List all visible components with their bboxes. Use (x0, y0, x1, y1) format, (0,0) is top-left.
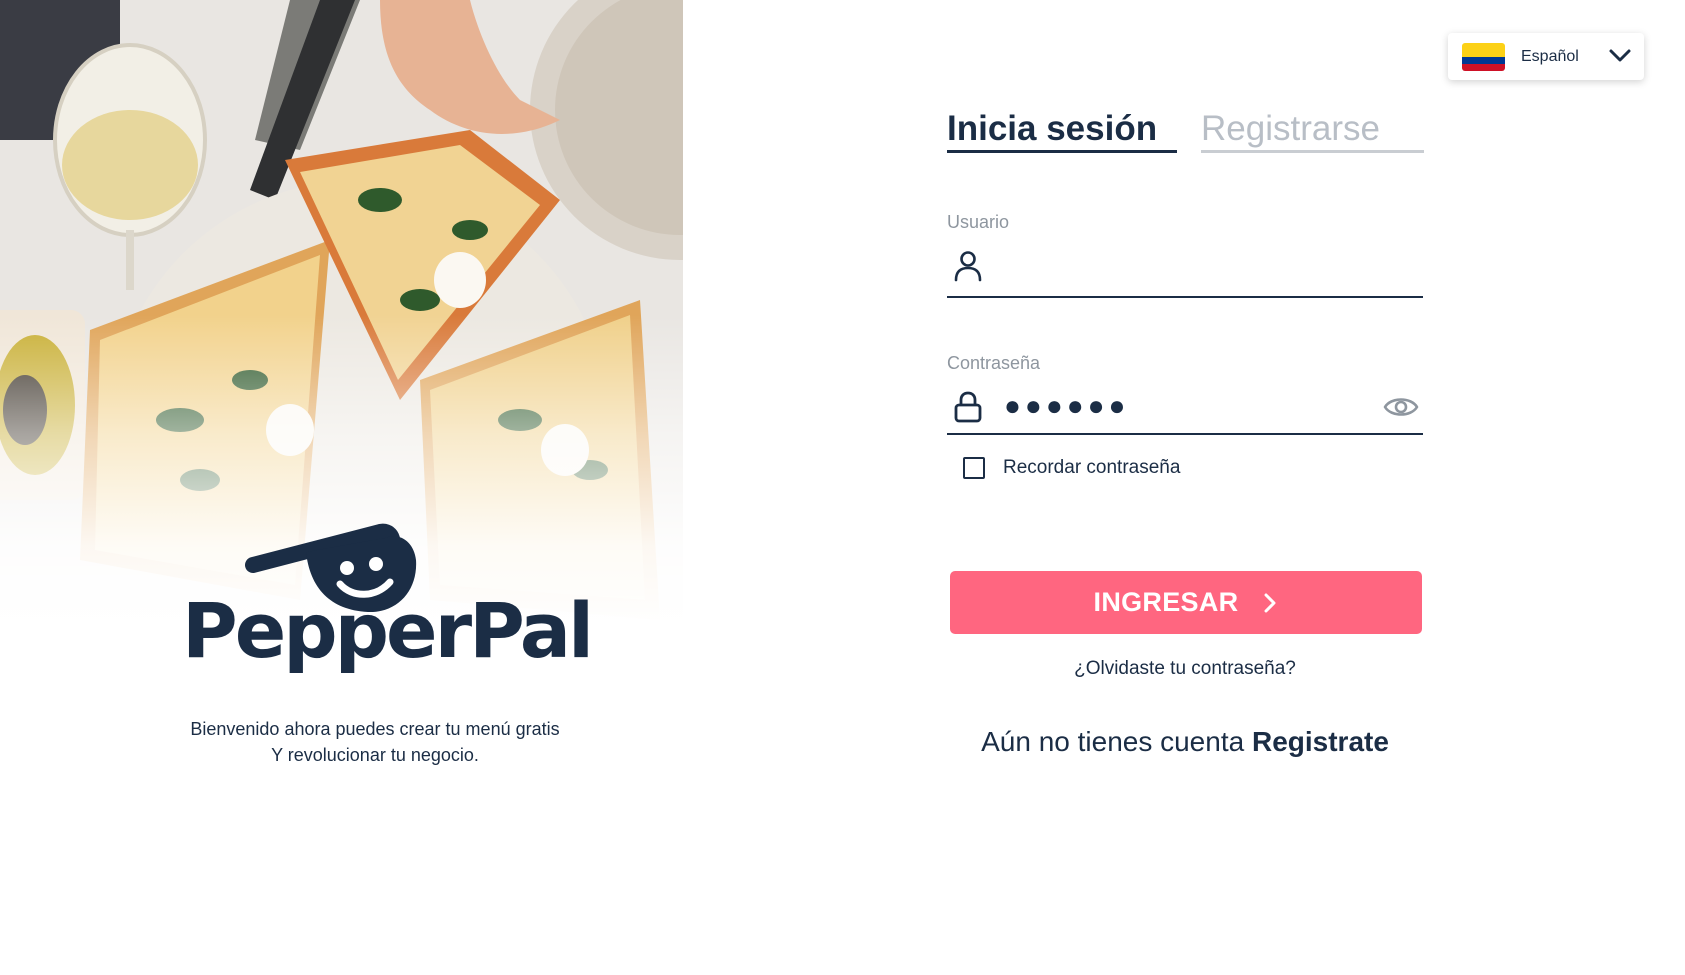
signup-prompt: Aún no tienes cuenta Registrate (947, 726, 1423, 758)
colombia-flag-icon (1462, 43, 1505, 71)
chevron-right-icon (1264, 593, 1276, 612)
signup-link[interactable]: Registrate (1252, 726, 1389, 757)
language-selector[interactable]: Español (1448, 33, 1644, 80)
signup-prompt-text: Aún no tienes cuenta (981, 726, 1245, 757)
hero-panel: PepperPal Bienvenido ahora puedes crear … (0, 0, 683, 975)
username-input[interactable] (1002, 248, 1362, 288)
login-button-label: INGRESAR (1093, 587, 1239, 617)
lock-icon (954, 391, 982, 423)
tagline-line-2: Y revolucionar tu negocio. (271, 745, 479, 765)
password-field[interactable]: ●●●●●● (947, 382, 1423, 435)
login-button[interactable]: INGRESAR (950, 571, 1422, 634)
remember-checkbox[interactable] (963, 457, 985, 479)
password-input[interactable]: ●●●●●● (1004, 392, 1129, 420)
language-label: Español (1521, 48, 1579, 65)
password-label: Contraseña (947, 353, 1041, 373)
remember-label: Recordar contraseña (1003, 457, 1181, 478)
forgot-password-link[interactable]: ¿Olvidaste tu contraseña? (947, 658, 1423, 680)
remember-password[interactable]: Recordar contraseña (963, 457, 1180, 479)
tab-register[interactable]: Registrarse (1201, 108, 1380, 150)
tagline-line-1: Bienvenido ahora puedes crear tu menú gr… (190, 719, 560, 739)
eye-icon[interactable] (1383, 393, 1419, 421)
username-label: Usuario (947, 212, 1010, 232)
tab-login[interactable]: Inicia sesión (947, 108, 1157, 150)
chevron-down-icon (1609, 49, 1631, 62)
tab-login-underline (947, 150, 1177, 153)
username-field (947, 242, 1423, 298)
user-icon (954, 251, 982, 282)
tagline: Bienvenido ahora puedes crear tu menú gr… (140, 716, 610, 768)
brand-wordmark: PepperPal (182, 586, 594, 675)
tab-register-underline (1201, 150, 1424, 153)
